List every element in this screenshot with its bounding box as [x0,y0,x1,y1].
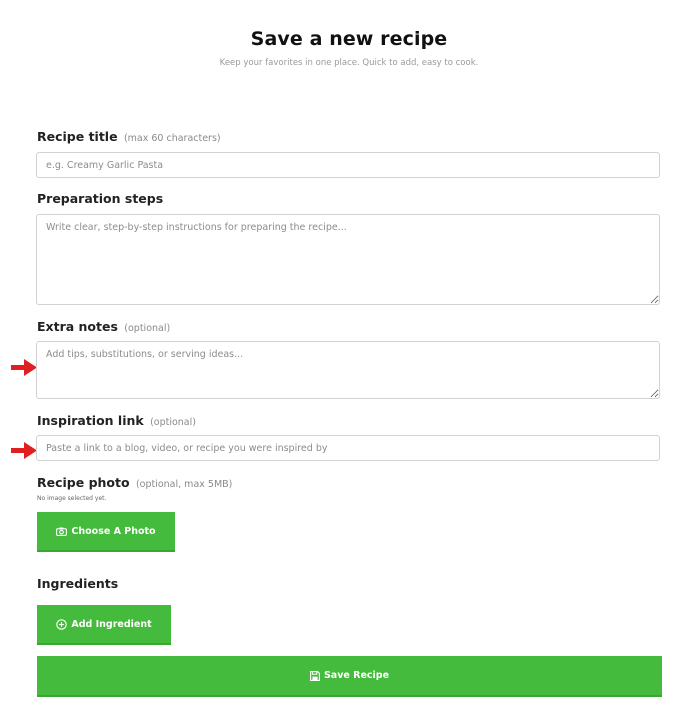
preparation-steps-label-text: Preparation steps [37,191,164,206]
preparation-steps-textarea[interactable] [36,214,660,305]
plus-circle-icon [56,618,68,630]
inspiration-link-input[interactable] [36,435,660,461]
inspiration-link-label-text: Inspiration link [37,413,144,428]
extra-notes-textarea[interactable] [36,341,660,399]
recipe-title-input[interactable] [36,152,660,178]
extra-notes-hint: (optional) [124,323,171,334]
save-recipe-button-label: Save Recipe [323,670,390,681]
recipe-title-label: Recipe title (max 60 characters) [37,129,221,144]
photo-status-text: No image selected yet. [37,495,107,502]
recipe-photo-label-text: Recipe photo [37,475,130,490]
add-ingredient-button[interactable]: Add Ingredient [37,605,171,645]
recipe-title-hint: (max 60 characters) [123,133,221,144]
add-ingredient-button-label: Add Ingredient [71,618,152,630]
recipe-photo-label: Recipe photo (optional, max 5MB) [37,475,232,490]
ingredients-label-text: Ingredients [37,576,119,591]
choose-photo-button-label: Choose A Photo [71,525,156,537]
arrow-right-icon [11,442,37,459]
choose-photo-button[interactable]: Choose A Photo [37,512,175,552]
ingredients-label: Ingredients [37,576,118,591]
recipe-photo-hint: (optional, max 5MB) [135,479,233,490]
recipe-title-label-text: Recipe title [37,129,118,144]
floppy-disk-icon [310,670,320,681]
save-recipe-button[interactable]: Save Recipe [37,656,662,697]
page-title: Save a new recipe [250,28,448,50]
preparation-steps-label: Preparation steps [37,191,163,206]
arrow-right-icon [11,359,37,376]
camera-icon [56,527,68,536]
inspiration-link-hint: (optional) [150,417,196,428]
extra-notes-label: Extra notes (optional) [37,319,170,334]
page-subtitle: Keep your favorites in one place. Quick … [219,58,479,68]
extra-notes-label-text: Extra notes [37,319,118,334]
inspiration-link-label: Inspiration link (optional) [37,413,196,428]
